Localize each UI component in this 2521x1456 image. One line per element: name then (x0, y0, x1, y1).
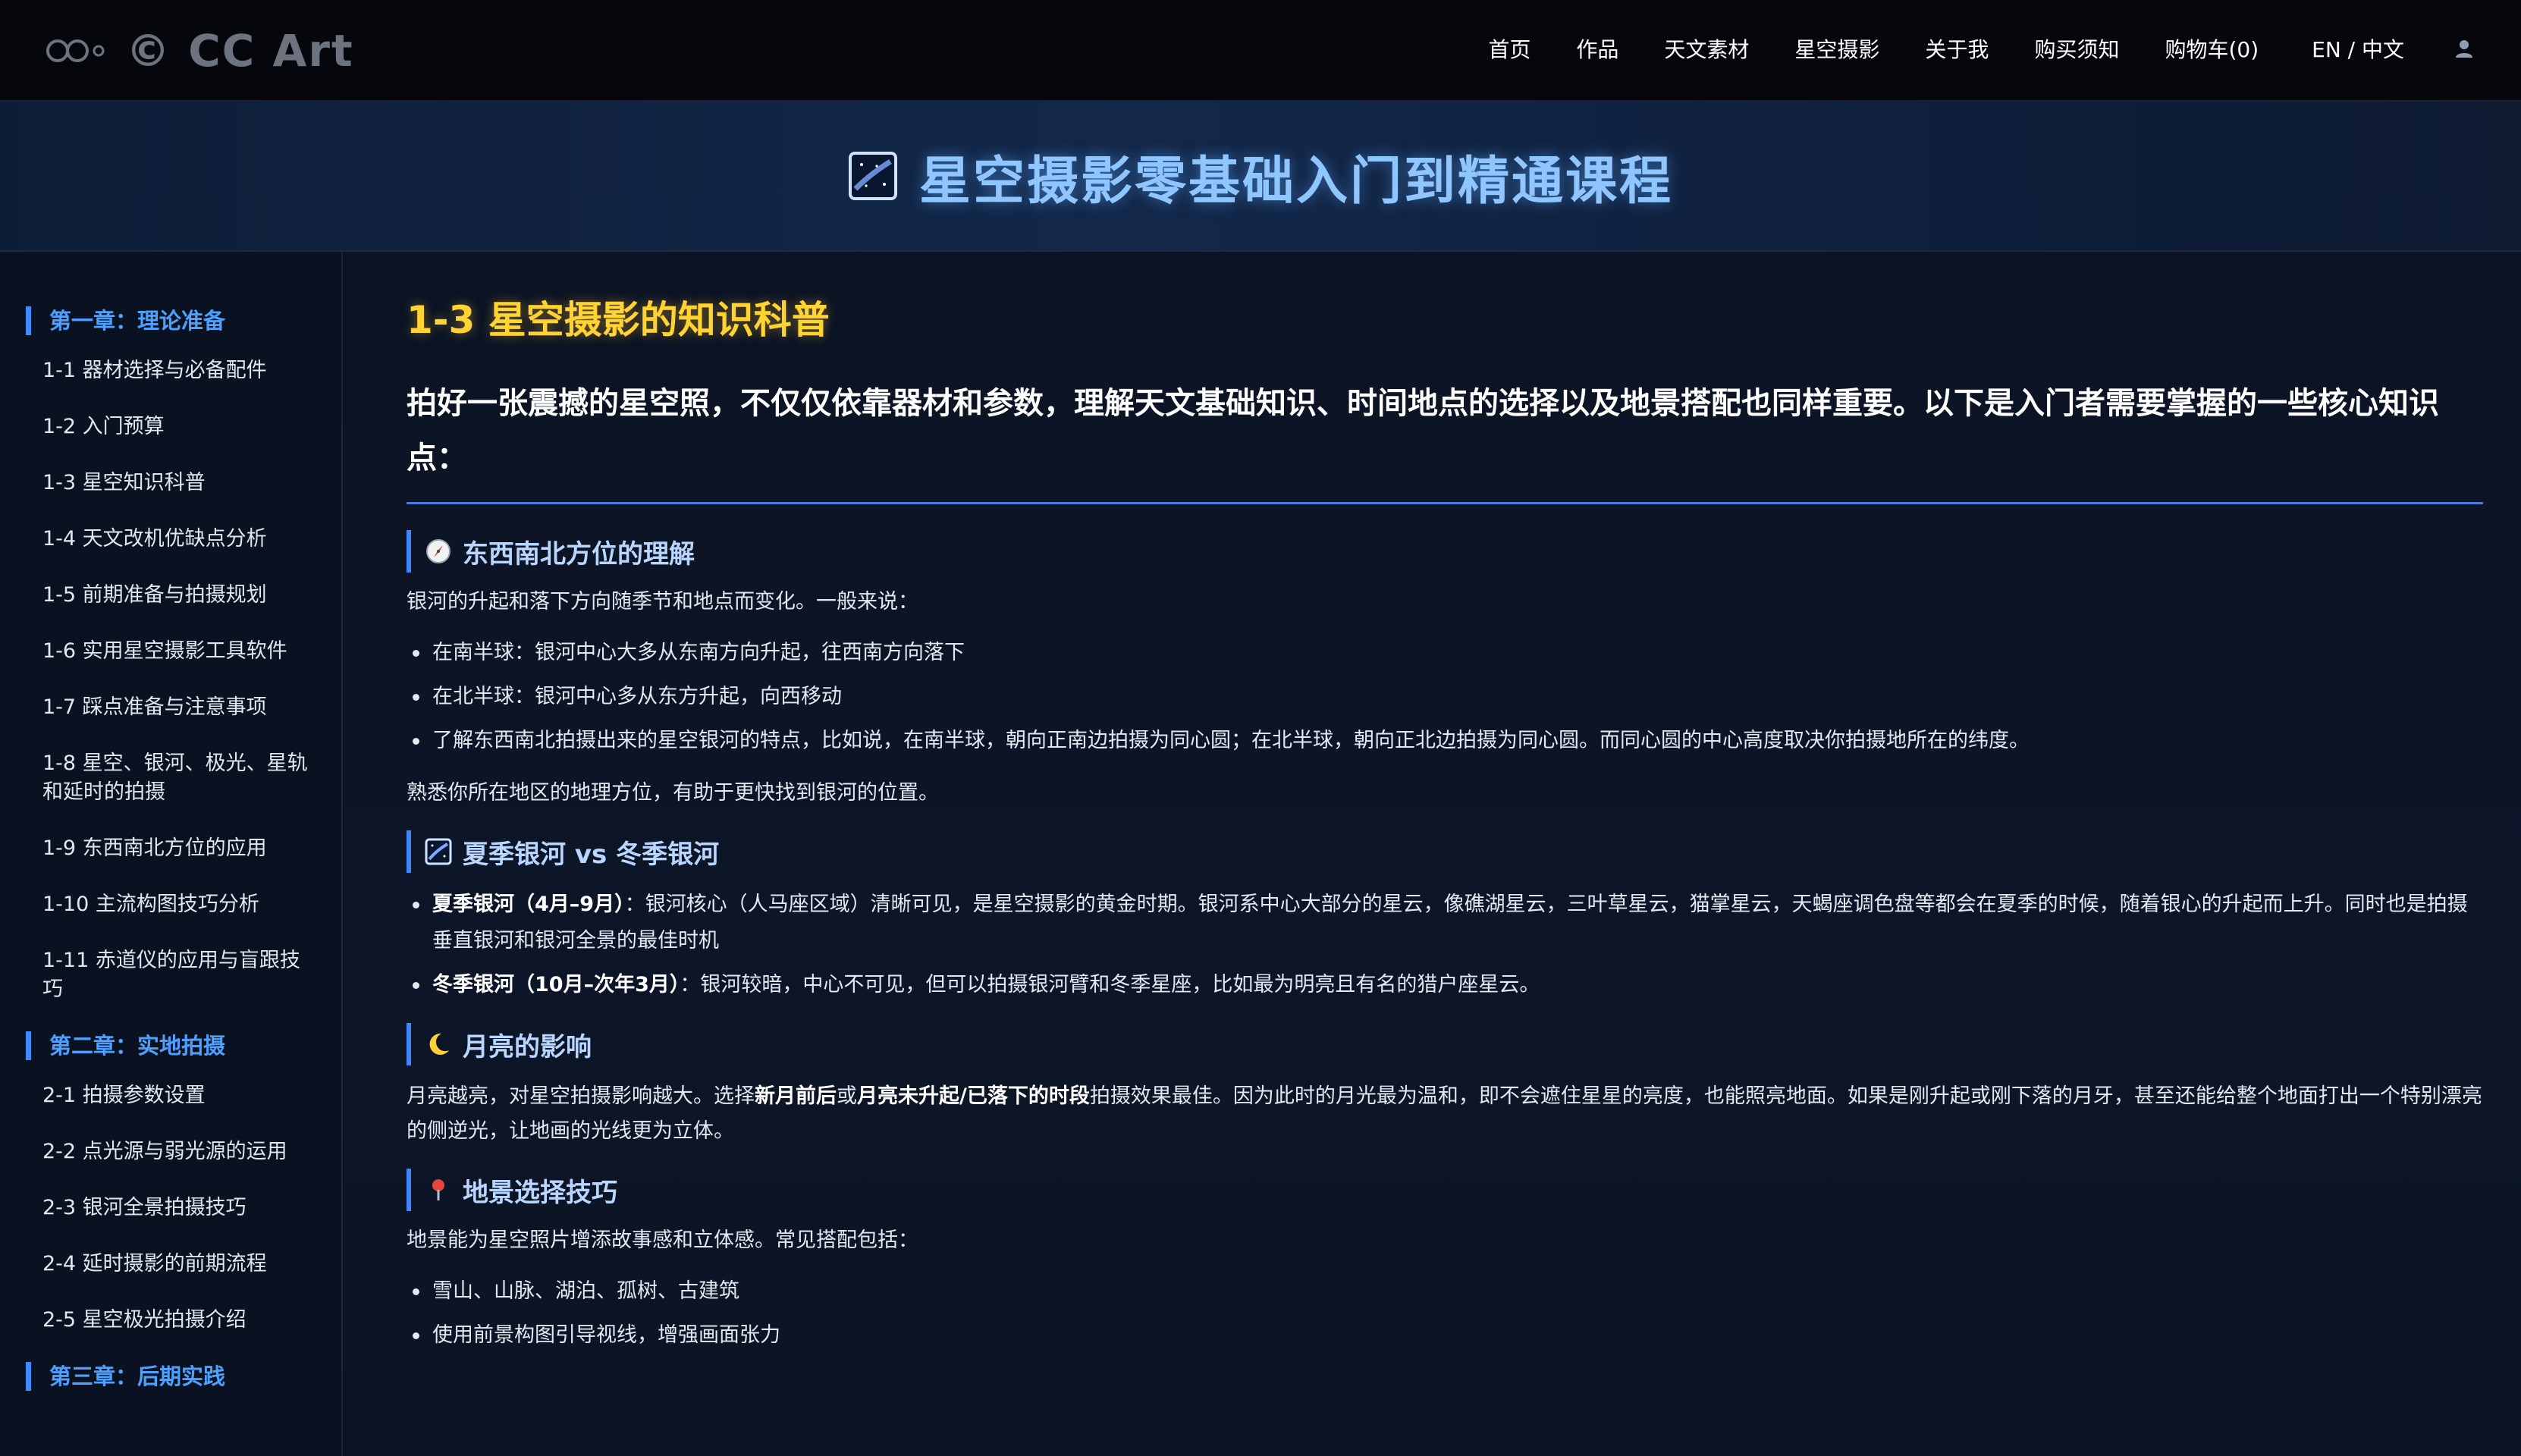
list-item: 在北半球：银河中心多从东方升起，向西移动 (407, 679, 2483, 715)
section-2-list: 夏季银河（4月–9月）：银河核心（人马座区域）清晰可见，是星空摄影的黄金时期。银… (407, 886, 2483, 1003)
section-1-outro: 熟悉你所在地区的地理方位，有助于更快找到银河的位置。 (407, 781, 939, 805)
nav-works[interactable]: 作品 (1576, 33, 1618, 64)
sidebar-item-1-1[interactable]: 1-1 器材选择与必备配件 (42, 356, 316, 385)
course-banner: 星空摄影零基础入门到精通课程 (0, 102, 2521, 252)
summer-text: ：银河核心（人马座区域）清晰可见，是星空摄影的黄金时期。银河系中心大部分的星云，… (432, 893, 2468, 952)
brand-name: © CC Art (126, 25, 354, 77)
sidebar-item-1-3[interactable]: 1-3 星空知识科普 (42, 469, 316, 497)
list-item: 在南半球：银河中心大多从东南方向升起，往西南方向落下 (407, 635, 2483, 671)
course-sidebar: 第一章：理论准备 1-1 器材选择与必备配件 1-2 入门预算 1-3 星空知识… (0, 252, 343, 1456)
nav-home[interactable]: 首页 (1488, 33, 1530, 64)
emphasis-moon-down: 月亮未升起/已落下的时段 (857, 1084, 1090, 1108)
emphasis-new-moon: 新月前后 (755, 1084, 837, 1108)
section-heading-foreground: 地景选择技巧 (407, 1169, 2483, 1211)
milky-way-icon (848, 152, 897, 200)
sidebar-item-1-2[interactable]: 1-2 入门预算 (42, 413, 316, 441)
list-item: 夏季银河（4月–9月）：银河核心（人马座区域）清晰可见，是星空摄影的黄金时期。银… (407, 886, 2483, 959)
section-heading-directions: 东西南北方位的理解 (407, 530, 2483, 573)
sidebar-item-1-11[interactable]: 1-11 赤道仪的应用与盲跟技巧 (42, 946, 316, 1004)
milky-way-icon (425, 838, 452, 865)
user-icon[interactable] (2453, 37, 2475, 60)
nav-about[interactable]: 关于我 (1925, 33, 1989, 64)
section-3-paragraph: 月亮越亮，对星空拍摄影响越大。选择新月前后或月亮未升起/已落下的时段拍摄效果最佳… (407, 1079, 2483, 1149)
section-heading-text: 东西南北方位的理解 (463, 538, 695, 570)
sidebar-item-1-7[interactable]: 1-7 踩点准备与注意事项 (42, 693, 316, 722)
section-heading-seasons: 夏季银河 vs 冬季银河 (407, 830, 2483, 873)
sidebar-item-1-10[interactable]: 1-10 主流构图技巧分析 (42, 890, 316, 919)
site-logo[interactable]: © CC Art (46, 18, 354, 83)
section-heading-moon: 月亮的影响 (407, 1023, 2483, 1065)
section-4-list: 雪山、山脉、湖泊、孤树、古建筑 使用前景构图引导视线，增强画面张力 (407, 1273, 2483, 1354)
list-item: 冬季银河（10月–次年3月）：银河较暗，中心不可见，但可以拍摄银河臂和冬季星座，… (407, 967, 2483, 1003)
course-title: 星空摄影零基础入门到精通课程 (918, 151, 1673, 212)
sidebar-item-2-2[interactable]: 2-2 点光源与弱光源的运用 (42, 1138, 316, 1166)
compass-icon (426, 539, 451, 563)
winter-text: ：银河较暗，中心不可见，但可以拍摄银河臂和冬季星座，比如最为明亮且有名的猎户座星… (680, 973, 1540, 996)
lesson-title: 1-3 星空摄影的知识科普 (407, 298, 830, 342)
crescent-moon-icon (429, 1033, 449, 1055)
sidebar-item-2-1[interactable]: 2-1 拍摄参数设置 (42, 1081, 316, 1110)
sidebar-item-2-5[interactable]: 2-5 星空极光拍摄介绍 (42, 1306, 316, 1335)
logo-icon (46, 39, 105, 62)
section-1-list: 在南半球：银河中心大多从东南方向升起，往西南方向落下 在北半球：银河中心多从东方… (407, 635, 2483, 759)
language-switch[interactable]: EN / 中文 (2312, 33, 2404, 64)
summer-label: 夏季银河（4月–9月） (432, 893, 625, 916)
winter-label: 冬季银河（10月–次年3月） (432, 973, 680, 996)
section-heading-text: 地景选择技巧 (463, 1177, 617, 1208)
sidebar-item-2-4[interactable]: 2-4 延时摄影的前期流程 (42, 1250, 316, 1279)
chapter-1-heading[interactable]: 第一章：理论准备 (26, 306, 341, 335)
list-item: 使用前景构图引导视线，增强画面张力 (407, 1317, 2483, 1354)
section-1-intro: 银河的升起和落下方向随季节和地点而变化。一般来说： (407, 590, 918, 613)
pin-icon (432, 1179, 444, 1200)
sidebar-item-2-3[interactable]: 2-3 银河全景拍摄技巧 (42, 1194, 316, 1222)
chapter-2-heading[interactable]: 第二章：实地拍摄 (26, 1031, 341, 1060)
nav-astrophotography[interactable]: 星空摄影 (1794, 33, 1879, 64)
main-nav: 首页 作品 天文素材 星空摄影 关于我 购买须知 购物车(0) EN / 中文 (1443, 0, 2475, 97)
lesson-content: 1-3 星空摄影的知识科普 拍好一张震撼的星空照，不仅仅依靠器材和参数，理解天文… (344, 252, 2521, 1456)
sidebar-item-1-9[interactable]: 1-9 东西南北方位的应用 (42, 834, 316, 863)
text-run: 月亮越亮，对星空拍摄影响越大。选择 (407, 1084, 755, 1108)
sidebar-item-1-5[interactable]: 1-5 前期准备与拍摄规划 (42, 581, 316, 610)
list-item: 雪山、山脉、湖泊、孤树、古建筑 (407, 1273, 2483, 1310)
top-navigation-bar: © CC Art 首页 作品 天文素材 星空摄影 关于我 购买须知 购物车(0)… (0, 0, 2521, 102)
nav-astro-materials[interactable]: 天文素材 (1664, 33, 1749, 64)
sidebar-item-1-6[interactable]: 1-6 实用星空摄影工具软件 (42, 637, 316, 666)
list-item: 了解东西南北拍摄出来的星空银河的特点，比如说，在南半球，朝向正南边拍摄为同心圆；… (407, 723, 2483, 759)
section-heading-text: 夏季银河 vs 冬季银河 (463, 839, 720, 870)
nav-cart[interactable]: 购物车(0) (2165, 33, 2259, 64)
lesson-intro: 拍好一张震撼的星空照，不仅仅依靠器材和参数，理解天文基础知识、时间地点的选择以及… (407, 376, 2483, 504)
section-4-intro: 地景能为星空照片增添故事感和立体感。常见搭配包括： (407, 1228, 918, 1252)
sidebar-item-1-4[interactable]: 1-4 天文改机优缺点分析 (42, 525, 316, 554)
nav-purchase-notes[interactable]: 购买须知 (2034, 33, 2119, 64)
section-heading-text: 月亮的影响 (463, 1031, 592, 1062)
chapter-3-heading[interactable]: 第三章：后期实践 (26, 1362, 341, 1391)
text-run: 或 (837, 1084, 857, 1108)
sidebar-item-1-8[interactable]: 1-8 星空、银河、极光、星轨和延时的拍摄 (42, 749, 316, 807)
